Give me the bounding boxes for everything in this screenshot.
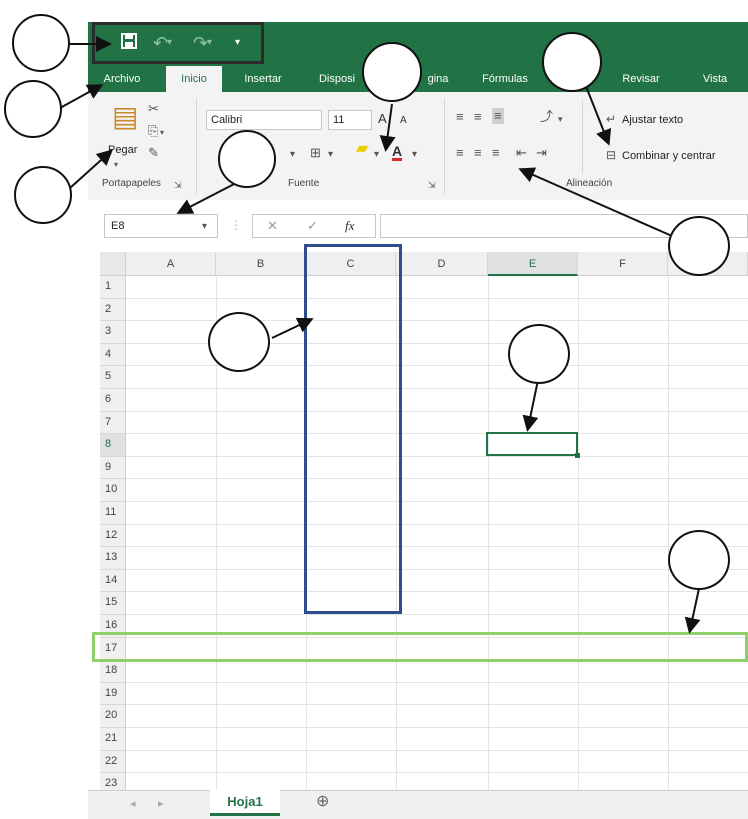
annotation-circle bbox=[218, 130, 276, 188]
annotation-circle bbox=[668, 216, 730, 276]
annotation-circle bbox=[508, 324, 570, 384]
annotation-circle bbox=[14, 166, 72, 224]
annotation-circle bbox=[542, 32, 602, 92]
annotation-circle bbox=[208, 312, 270, 372]
annotation-circle bbox=[362, 42, 422, 102]
annotation-circle bbox=[4, 80, 62, 138]
annotation-circle bbox=[12, 14, 70, 72]
annotation-circle bbox=[668, 530, 730, 590]
annotation-arrows bbox=[59, 36, 701, 634]
